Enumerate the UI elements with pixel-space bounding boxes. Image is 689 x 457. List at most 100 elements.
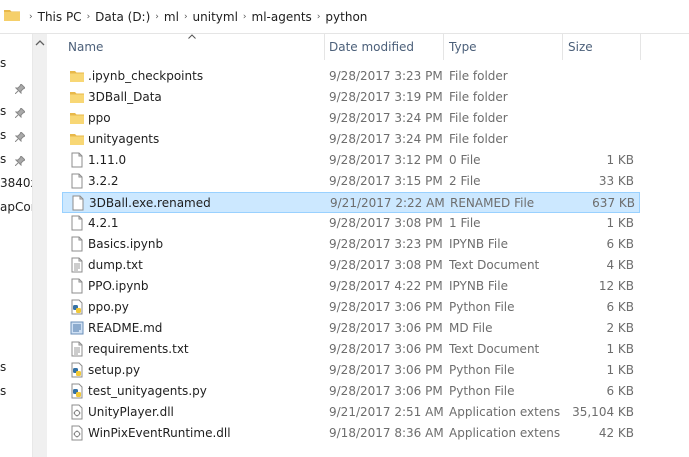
file-row[interactable]: ppo.py 9/28/2017 3:06 PM Python File 6 KB [62,297,640,318]
breadcrumb-item[interactable]: python [325,10,367,24]
file-row[interactable]: dump.txt 9/28/2017 3:08 PM Text Document 4 … [62,255,640,276]
column-header-name[interactable]: Name [68,40,103,54]
column-divider[interactable] [562,34,563,60]
file-type: Text Document [449,342,540,356]
breadcrumb-item[interactable]: ml-agents [252,10,312,24]
breadcrumb-item[interactable]: This PC [38,10,82,24]
file-type: RENAMED File [450,196,535,210]
file-type: 2 File [449,174,481,188]
file-type: File folder [449,69,508,83]
file-name: 3DBall.exe.renamed [89,196,211,210]
pin-icon[interactable] [15,156,25,166]
column-divider[interactable] [443,34,444,60]
markdown-file-icon [70,321,84,335]
file-date-modified: 9/28/2017 3:15 PM [329,174,443,188]
sort-ascending-icon [188,34,196,39]
column-header-row: Name Date modified Type Size [62,34,689,60]
nav-item[interactable]: apCor [0,200,32,214]
column-header-date[interactable]: Date modified [329,40,414,54]
breadcrumb-separator-icon[interactable]: › [312,12,326,22]
file-date-modified: 9/21/2017 2:22 AM [330,196,445,210]
file-date-modified: 9/28/2017 3:08 PM [329,258,443,272]
python-file-icon [71,383,83,399]
folder-icon [4,10,20,21]
file-size: 1 KB [606,153,634,167]
breadcrumb-item[interactable]: Data (D:) [95,10,150,24]
file-row[interactable]: README.md 9/28/2017 3:06 PM MD File 2 KB [62,318,640,339]
file-size: 33 KB [598,174,634,188]
file-row[interactable]: test_unityagents.py 9/28/2017 3:06 PM Pyth… [62,381,640,402]
file-row[interactable]: 1.11.0 9/28/2017 3:12 PM 0 File 1 KB [62,150,640,171]
file-date-modified: 9/28/2017 4:22 PM [329,279,443,293]
column-divider[interactable] [640,34,641,60]
nav-item[interactable]: s [0,360,6,374]
pin-icon[interactable] [15,132,25,142]
folder-icon [70,92,84,103]
navigation-pane[interactable]: s s s s 3840x apCor s s [0,34,32,457]
file-row[interactable]: WinPixEventRuntime.dll 9/18/2017 8:36 AM A… [62,423,640,444]
nav-item[interactable]: s [0,384,6,398]
file-icon [71,215,83,231]
file-row[interactable]: 4.2.1 9/28/2017 3:08 PM 1 File 1 KB [62,213,640,234]
pin-icon[interactable] [15,108,25,118]
breadcrumb-separator-icon[interactable]: › [179,12,193,22]
file-date-modified: 9/28/2017 3:08 PM [329,216,443,230]
file-type: Python File [449,384,515,398]
column-header-type[interactable]: Type [449,40,477,54]
breadcrumb-separator-icon[interactable]: › [82,12,96,22]
file-name: ppo.py [88,300,129,314]
file-name: WinPixEventRuntime.dll [88,426,231,440]
file-icon [71,173,83,189]
breadcrumb-item[interactable]: ml [164,10,179,24]
folder-icon [70,134,84,145]
file-date-modified: 9/28/2017 3:12 PM [329,153,443,167]
column-header-size[interactable]: Size [568,40,593,54]
folder-icon [70,113,84,124]
file-row[interactable]: .ipynb_checkpoints 9/28/2017 3:23 PM File … [62,66,640,87]
file-date-modified: 9/28/2017 3:06 PM [329,384,443,398]
file-row[interactable]: 3.2.2 9/28/2017 3:15 PM 2 File 33 KB [62,171,640,192]
file-date-modified: 9/28/2017 3:06 PM [329,342,443,356]
breadcrumb: › This PC › Data (D:) › ml › unityml › ml-agents ›… [24,0,367,33]
breadcrumb-separator-icon[interactable]: › [238,12,252,22]
file-type: Application extens... [449,426,561,440]
file-type: 1 File [449,216,481,230]
file-name: requirements.txt [88,342,189,356]
file-size: 42 KB [598,426,634,440]
python-file-icon [71,362,83,378]
scroll-up-icon[interactable] [35,38,45,48]
file-row[interactable]: ppo 9/28/2017 3:24 PM File folder [62,108,640,129]
column-divider[interactable] [324,34,325,60]
file-type: File folder [449,90,508,104]
file-row[interactable]: 3DBall.exe.renamed 9/21/2017 2:22 AM RENAM… [62,192,640,213]
file-row[interactable]: PPO.ipynb 9/28/2017 4:22 PM IPYNB File 12 K… [62,276,640,297]
nav-item[interactable]: s [0,128,6,142]
file-row[interactable]: requirements.txt 9/28/2017 3:06 PM Text Do… [62,339,640,360]
file-type: File folder [449,132,508,146]
breadcrumb-separator-icon[interactable]: › [24,12,38,22]
file-name: 3.2.2 [88,174,119,188]
file-name: setup.py [88,363,141,377]
file-icon [71,236,83,252]
file-row[interactable]: Basics.ipynb 9/28/2017 3:23 PM IPYNB File 6… [62,234,640,255]
breadcrumb-separator-icon[interactable]: › [150,12,164,22]
breadcrumb-item[interactable]: unityml [193,10,238,24]
address-bar[interactable]: › This PC › Data (D:) › ml › unityml › ml-agents ›… [0,0,689,34]
nav-item[interactable]: s [0,104,6,118]
file-icon [71,152,83,168]
file-row[interactable]: setup.py 9/28/2017 3:06 PM Python File 1 KB [62,360,640,381]
pin-icon[interactable] [15,84,25,94]
nav-scrollbar[interactable] [32,34,47,457]
nav-item[interactable]: s [0,56,6,70]
nav-item[interactable]: 3840x [0,176,32,190]
file-row[interactable]: UnityPlayer.dll 9/21/2017 2:51 AM Applicat… [62,402,640,423]
file-type: File folder [449,111,508,125]
file-name: Basics.ipynb [88,237,164,251]
file-row[interactable]: 3DBall_Data 9/28/2017 3:19 PM File folder [62,87,640,108]
file-date-modified: 9/28/2017 3:06 PM [329,321,443,335]
file-row[interactable]: unityagents 9/28/2017 3:24 PM File folder [62,129,640,150]
file-size: 1 KB [606,363,634,377]
file-date-modified: 9/28/2017 3:06 PM [329,300,443,314]
file-date-modified: 9/28/2017 3:19 PM [329,90,443,104]
nav-item[interactable]: s [0,152,6,166]
